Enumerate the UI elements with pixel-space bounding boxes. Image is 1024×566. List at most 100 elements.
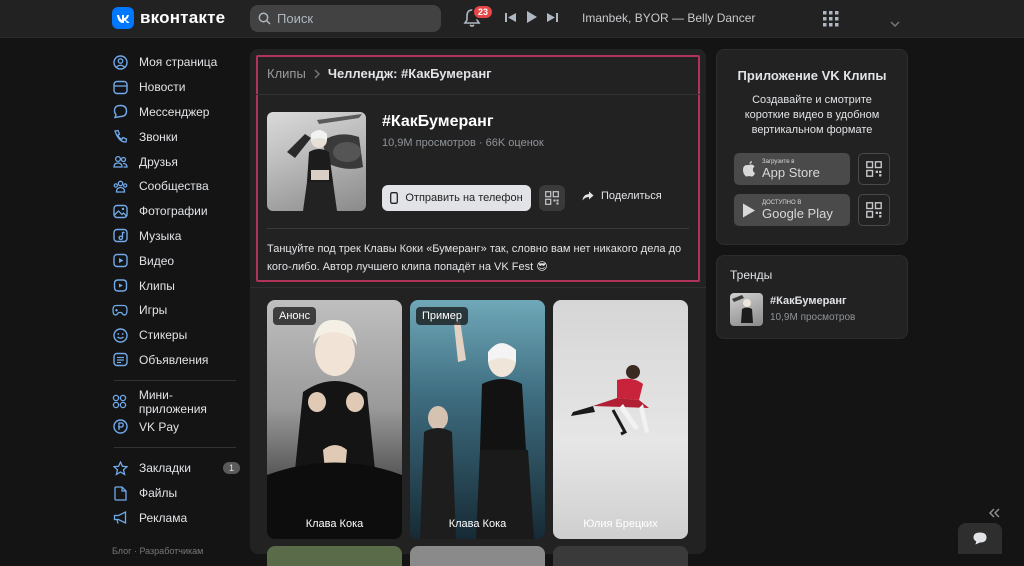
app-store-button[interactable]: Загрузите в App Store (734, 153, 850, 185)
sidebar-item-advertising[interactable]: Реклама (112, 506, 240, 531)
qr-code-icon (866, 202, 882, 218)
video-icon (112, 253, 128, 269)
sidebar-item-label: Звонки (139, 129, 178, 144)
trend-name[interactable]: #КакБумеранг (770, 295, 847, 307)
vk-logo[interactable]: вконтакте (112, 7, 225, 29)
sidebar-item-my-page[interactable]: Моя страница (112, 50, 240, 75)
trend-thumbnail[interactable] (730, 293, 763, 326)
notifications-badge: 23 (472, 4, 495, 20)
audio-player-controls (505, 11, 558, 23)
sidebar-item-music[interactable]: Музыка (112, 224, 240, 249)
sidebar-item-label: Новости (139, 80, 186, 95)
phone-icon (112, 129, 128, 145)
chat-bubble-icon (973, 532, 987, 545)
star-icon (112, 460, 128, 476)
sidebar-item-label: Реклама (139, 510, 188, 525)
sidebar-item-label: Стикеры (139, 328, 188, 343)
clip-card-next-2[interactable] (410, 546, 545, 566)
left-sidebar: Моя страница Новости Мессенджер Звонки Д… (112, 50, 240, 530)
now-playing-track[interactable]: Imanbek, BYOR — Belly Dancer (582, 11, 755, 25)
qr-code-button[interactable] (539, 185, 565, 211)
sidebar-item-stickers[interactable]: Стикеры (112, 323, 240, 348)
sidebar-item-vk-pay[interactable]: VK Pay (112, 414, 240, 439)
sidebar-divider (114, 380, 236, 382)
sidebar-item-ads[interactable]: Объявления (112, 348, 240, 373)
sticker-icon (112, 327, 128, 343)
grid-icon (823, 11, 839, 27)
next-track-icon[interactable] (547, 12, 558, 23)
qr-code-icon (545, 191, 559, 205)
ads-icon (112, 352, 128, 368)
sidebar-item-games[interactable]: Игры (112, 298, 240, 323)
share-label: Поделиться (601, 190, 662, 202)
google-play-icon (743, 203, 755, 217)
prev-track-icon[interactable] (505, 12, 516, 23)
file-icon (112, 485, 128, 501)
trend-stats: 10,9M просмотров (770, 312, 856, 323)
trends-title: Тренды (730, 268, 773, 282)
sidebar-item-friends[interactable]: Друзья (112, 149, 240, 174)
sidebar-item-bookmarks[interactable]: Закладки 1 (112, 456, 240, 481)
sidebar-item-label: Игры (139, 303, 168, 318)
google-play-qr-button[interactable] (858, 194, 890, 226)
cover-artwork (287, 114, 363, 211)
search-icon (258, 12, 271, 25)
clip-card-next-1[interactable] (267, 546, 402, 566)
clip-author[interactable]: Клава Кока (410, 518, 545, 530)
breadcrumb-parent-link[interactable]: Клипы (267, 66, 306, 81)
clip-thumbnail (571, 365, 649, 436)
sidebar-item-label: Мини-приложения (138, 387, 207, 416)
clip-card-1[interactable]: Анонс Клава Кока (267, 300, 402, 539)
sidebar-item-label: Сообщества (139, 179, 209, 194)
challenge-description: Танцуйте под трек Клавы Коки «Бумеранг» … (267, 243, 682, 273)
app-store-big-text: App Store (762, 164, 820, 180)
message-icon (112, 104, 128, 120)
vkpay-icon (112, 419, 128, 435)
challenge-cover-image[interactable] (267, 112, 366, 211)
clip-tag: Анонс (273, 307, 317, 325)
sidebar-item-label: Файлы (139, 486, 178, 501)
chat-button[interactable] (958, 523, 1002, 554)
sidebar-item-clips[interactable]: Клипы (112, 273, 240, 298)
sidebar-item-messenger[interactable]: Мессенджер (112, 100, 240, 125)
sidebar-item-label: Моя страница (139, 55, 218, 70)
sidebar-item-calls[interactable]: Звонки (112, 124, 240, 149)
clip-tag: Пример (416, 307, 468, 325)
megaphone-icon (112, 510, 128, 526)
breadcrumb-current: Челлендж: #КакБумеранг (327, 66, 492, 81)
sidebar-item-files[interactable]: Файлы (112, 481, 240, 506)
sidebar-item-mini-apps[interactable]: Мини-приложения (112, 387, 240, 416)
google-play-button[interactable]: ДОСТУПНО В Google Play (734, 194, 850, 226)
sidebar-footer-links[interactable]: Блог · Разработчикам (112, 546, 203, 556)
search-box[interactable] (250, 5, 441, 32)
sidebar-item-photos[interactable]: Фотографии (112, 199, 240, 224)
clip-card-2[interactable]: Пример Клава Кока (410, 300, 545, 539)
clip-thumbnail (267, 319, 402, 539)
sidebar-item-video[interactable]: Видео (112, 248, 240, 273)
share-button[interactable]: Поделиться (582, 190, 662, 202)
description-divider (267, 228, 689, 229)
clip-card-next-3[interactable] (553, 546, 688, 566)
sidebar-item-communities[interactable]: Сообщества (112, 174, 240, 199)
profile-menu-button[interactable] (890, 14, 900, 32)
app-promo-title: Приложение VK Клипы (737, 68, 887, 83)
clip-author[interactable]: Юлия Брецких (553, 518, 688, 530)
search-input[interactable] (277, 11, 427, 26)
sidebar-item-news[interactable]: Новости (112, 75, 240, 100)
clip-author[interactable]: Клава Кока (267, 518, 402, 530)
google-play-big-text: Google Play (762, 205, 833, 221)
qr-code-icon (866, 161, 882, 177)
music-icon (112, 228, 128, 244)
chevron-right-icon (314, 69, 320, 78)
photo-icon (112, 203, 128, 219)
trend-thumbnail-art (732, 295, 753, 323)
send-to-phone-button[interactable]: Отправить на телефон (382, 185, 531, 211)
app-store-qr-button[interactable] (858, 153, 890, 185)
sidebar-item-label: Видео (139, 253, 175, 268)
play-icon[interactable] (526, 11, 537, 23)
sidebar-item-label: Объявления (139, 352, 209, 367)
apps-menu-button[interactable] (823, 11, 839, 32)
collapse-button[interactable] (988, 505, 1000, 523)
clip-card-3[interactable]: Юлия Брецких (553, 300, 688, 539)
vk-logo-icon (112, 7, 134, 29)
